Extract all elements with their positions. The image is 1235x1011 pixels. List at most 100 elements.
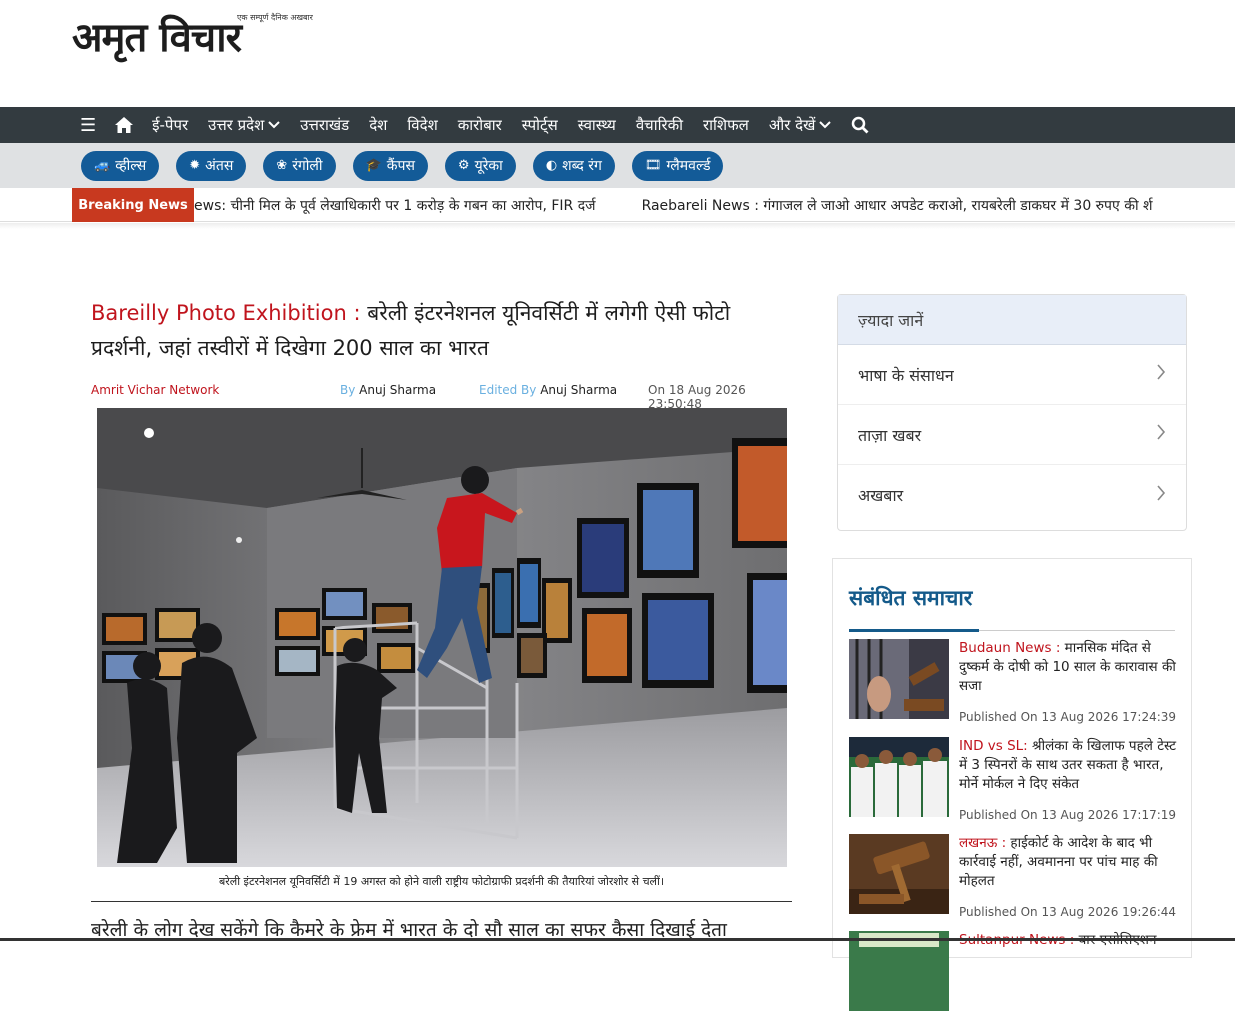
breaking-news-item[interactable]: Raebareli News : गंगाजल ले जाओ आधार अपडे…: [642, 196, 1153, 215]
nav-item-label: ई-पेपर: [152, 116, 189, 134]
article-author: By Anuj Sharma: [340, 383, 436, 397]
main-nav: ☰ ई-पेपर उत्तर प्रदेश उत्तराखंड देश विदेश कार…: [0, 107, 1235, 143]
related-title-underline: [849, 629, 979, 632]
related-news-headline[interactable]: लखनऊ : हाईकोर्ट के आदेश के बाद भी कार्रव…: [959, 834, 1179, 891]
learn-more-row-label: अखबार: [858, 486, 904, 505]
lotus-icon: ❀: [276, 158, 288, 173]
nav-item-label: कारोबार: [457, 116, 502, 134]
related-news-title: संबंधित समाचार: [849, 586, 973, 610]
nav-item[interactable]: विदेश: [407, 115, 437, 135]
nav-item-label: और देखें: [768, 116, 816, 134]
category-pill[interactable]: ❀ रंगोली: [263, 150, 336, 181]
photo-caption: बरेली इंटरनेशनल यूनिवर्सिटी में 19 अगस्त…: [218, 875, 665, 888]
nav-item[interactable]: स्वास्थ्य: [578, 115, 616, 135]
related-news-thumbnail[interactable]: [849, 834, 949, 914]
chevron-right-icon: [1156, 364, 1166, 385]
article-meta: Amrit Vichar Network By Anuj Sharma Edit…: [91, 383, 792, 411]
nav-item-label: स्वास्थ्य: [577, 116, 616, 134]
category-pill[interactable]: 🎓 कैंपस: [352, 150, 428, 181]
article-agency[interactable]: Amrit Vichar Network: [91, 383, 219, 397]
logo-tagline: एक सम्पूर्ण दैनिक अखबार: [237, 13, 313, 22]
learn-more-title: ज़्यादा जानें: [838, 295, 1186, 345]
nav-item[interactable]: उत्तराखंड: [300, 115, 349, 135]
category-pill-label: व्हील्स: [115, 158, 147, 174]
nav-item-label: वैचारिकी: [635, 116, 684, 134]
chevron-right-icon: [1156, 484, 1166, 506]
chevron-right-icon: [1156, 424, 1166, 445]
chevron-down-icon: [819, 118, 832, 132]
nav-item-label: देश: [369, 116, 388, 134]
breaking-news-item[interactable]: ews: चीनी मिल के पूर्व लेखाधिकारी पर 1 क…: [194, 196, 596, 215]
category-pills-bar: 🚙 व्हील्स ✹ अंतस ❀ रंगोली 🎓 कैंपस ⚙ यूरेका ◐ शब्द र…: [0, 143, 1235, 188]
nav-item[interactable]: कारोबार: [458, 115, 502, 135]
article-headline: Bareilly Photo Exhibition : बरेली इंटरने…: [91, 296, 792, 366]
category-pill[interactable]: ⚙ यूरेका: [444, 150, 516, 181]
site-header: एक सम्पूर्ण दैनिक अखबार अमृत विचार: [0, 0, 1235, 107]
nav-item[interactable]: और देखें: [768, 115, 832, 135]
related-news-thumbnail[interactable]: [849, 931, 949, 1011]
film-icon: 🎞: [644, 158, 662, 173]
related-news-headline[interactable]: Budaun News : मानसिक मंदित से दुष्कर्म क…: [959, 639, 1179, 696]
search-icon[interactable]: [851, 116, 869, 134]
related-news-thumbnail[interactable]: [849, 737, 949, 817]
nav-item[interactable]: राशिफल: [703, 115, 749, 135]
breaking-news-ticker: ews: चीनी मिल के पूर्व लेखाधिकारी पर 1 क…: [194, 188, 1192, 222]
nav-item-label: उत्तराखंड: [300, 116, 350, 134]
article-photo: [97, 408, 787, 867]
related-news: संबंधित समाचार Budaun News : मानसिक मंदि…: [832, 558, 1192, 1011]
nav-item-label: राशिफल: [703, 116, 749, 134]
category-pill-label: अंतस: [205, 158, 234, 174]
headline-keyword: Bareilly Photo Exhibition :: [91, 301, 361, 325]
header-divider: [0, 223, 1235, 229]
category-pill[interactable]: ◐ शब्द रंग: [532, 150, 615, 181]
breaking-news-label: Breaking News: [72, 188, 194, 222]
sun-icon: ✹: [189, 158, 201, 173]
nav-item[interactable]: स्पोर्ट्स: [522, 115, 558, 135]
category-pill-label: रंगोली: [292, 158, 323, 174]
related-news-keyword: IND vs SL:: [959, 738, 1028, 754]
car-icon: 🚙: [94, 158, 111, 173]
nav-item[interactable]: उत्तर प्रदेश: [208, 115, 281, 135]
category-pill-label: कैंपस: [386, 158, 415, 174]
related-news-headline[interactable]: IND vs SL: श्रीलंका के खिलाफ पहले टेस्ट …: [959, 737, 1179, 794]
logo-name: अमृत विचार: [72, 14, 242, 61]
related-title-rule: [979, 630, 1175, 631]
editor-label: Edited By: [479, 383, 537, 397]
author-label: By: [340, 383, 356, 397]
article-date: On 18 Aug 2026 23:50:48: [648, 383, 746, 411]
category-pill-label: ग्लैमवर्ल्ड: [666, 158, 711, 174]
nav-item[interactable]: देश: [369, 115, 387, 135]
gear-icon: ⚙: [457, 158, 470, 173]
nav-item-label: उत्तर प्रदेश: [208, 116, 265, 134]
learn-more-row-label: भाषा के संसाधन: [858, 365, 954, 385]
hamburger-menu-icon[interactable]: ☰: [80, 115, 96, 136]
breaking-news-bar: Breaking News ews: चीनी मिल के पूर्व लेख…: [0, 188, 1235, 222]
caption-divider: [91, 901, 792, 902]
category-pill[interactable]: 🚙 व्हील्स: [81, 150, 160, 181]
author-name[interactable]: Anuj Sharma: [359, 383, 436, 397]
nav-item[interactable]: ई-पेपर: [152, 115, 188, 135]
nav-item-label: विदेश: [407, 116, 438, 134]
site-logo[interactable]: एक सम्पूर्ण दैनिक अखबार अमृत विचार: [72, 12, 313, 64]
related-news-date: Published On 13 Aug 2026 17:24:39: [959, 710, 1177, 724]
learn-more-row[interactable]: अखबार: [838, 465, 1186, 525]
nav-item-label: स्पोर्ट्स: [521, 116, 558, 134]
related-news-date: Published On 13 Aug 2026 19:26:44: [959, 905, 1177, 919]
home-icon[interactable]: [114, 116, 134, 134]
editor-name[interactable]: Anuj Sharma: [540, 383, 617, 397]
related-news-thumbnail[interactable]: [849, 639, 949, 719]
category-pill[interactable]: 🎞 ग्लैमवर्ल्ड: [631, 150, 724, 181]
learn-more-row[interactable]: ताज़ा खबर: [838, 405, 1186, 465]
learn-more-row-label: ताज़ा खबर: [858, 425, 922, 445]
category-pill-label: यूरेका: [474, 158, 503, 174]
nav-item[interactable]: वैचारिकी: [636, 115, 683, 135]
graduation-cap-icon: 🎓: [365, 158, 382, 173]
article-editor: Edited By Anuj Sharma: [479, 383, 617, 397]
related-news-date: Published On 13 Aug 2026 17:17:19: [959, 808, 1177, 822]
category-pill[interactable]: ✹ अंतस: [176, 150, 247, 181]
learn-more-row[interactable]: भाषा के संसाधन: [838, 345, 1186, 405]
palette-icon: ◐: [545, 158, 558, 173]
chevron-down-icon: [268, 118, 281, 132]
related-news-keyword: Budaun News :: [959, 640, 1061, 656]
related-news-keyword: लखनऊ :: [959, 835, 1007, 851]
